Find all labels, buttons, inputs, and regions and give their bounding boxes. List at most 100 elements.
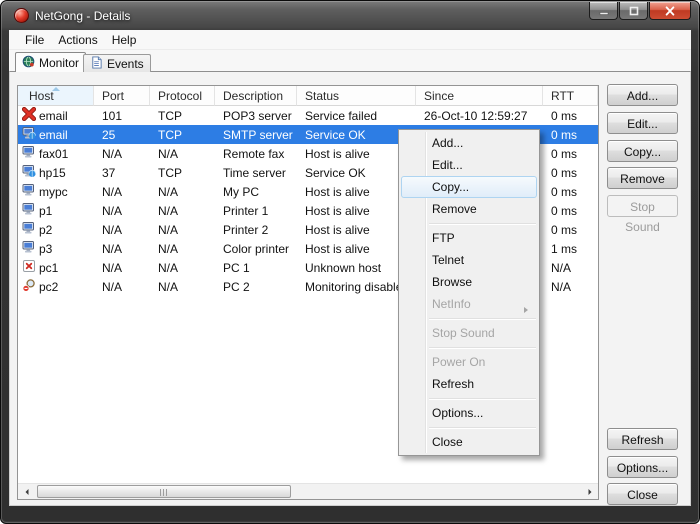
close-button[interactable]: Close [607, 483, 678, 505]
context-menu-item-telnet[interactable]: Telnet [401, 249, 537, 271]
cell-text: email [39, 109, 68, 123]
menu-bar: FileActionsHelp [9, 30, 691, 50]
menu-item-label: NetInfo [432, 297, 471, 311]
cell-text: N/A [158, 280, 178, 294]
copy-button[interactable]: Copy... [607, 140, 678, 162]
cell-rtt: 0 ms [543, 185, 598, 199]
tab-label: Monitor [39, 56, 79, 70]
column-header-status[interactable]: Status [297, 86, 416, 106]
cell-protocol: N/A [150, 147, 215, 161]
scroll-left-arrow[interactable] [18, 484, 35, 500]
cell-protocol: N/A [150, 261, 215, 275]
menu-item-label: Remove [432, 202, 477, 216]
remove-button[interactable]: Remove [607, 167, 678, 189]
host-failed-icon [22, 107, 36, 124]
cell-text: N/A [551, 280, 571, 294]
cell-host: mypc [18, 183, 94, 200]
tab-monitor[interactable]: Monitor [15, 52, 86, 72]
cell-text: TCP [158, 109, 182, 123]
cell-text: N/A [102, 147, 122, 161]
column-header-protocol[interactable]: Protocol [150, 86, 215, 106]
menu-item-label: Power On [432, 355, 485, 369]
cell-host: p3 [18, 240, 94, 257]
context-menu-item-copy[interactable]: Copy... [401, 176, 537, 198]
column-header-port[interactable]: Port [94, 86, 150, 106]
minimize-button[interactable] [589, 2, 618, 20]
cell-text: N/A [102, 261, 122, 275]
context-menu-item-edit[interactable]: Edit... [401, 154, 537, 176]
cell-rtt: 0 ms [543, 128, 598, 142]
cell-port: N/A [94, 280, 150, 294]
tab-label: Events [107, 57, 144, 71]
column-header-host[interactable]: Host [18, 86, 94, 106]
host-computer-icon [22, 240, 36, 257]
context-menu-item-browse[interactable]: Browse [401, 271, 537, 293]
cell-text: Host is alive [305, 242, 370, 256]
cell-host: hp15 [18, 164, 94, 181]
cell-protocol: TCP [150, 109, 215, 123]
cell-port: 101 [94, 109, 150, 123]
scrollbar-thumb[interactable] [37, 485, 291, 498]
netgong-window: NetGong - Details FileActionsHelp Monito… [0, 0, 700, 524]
table-row[interactable]: email 101 TCP POP3 server Service failed 26-O… [18, 106, 598, 125]
menu-actions[interactable]: Actions [51, 31, 104, 49]
menu-item-label: Add... [432, 136, 463, 150]
menu-item-label: Edit... [432, 158, 463, 172]
maximize-button[interactable] [619, 2, 648, 20]
close-button[interactable] [649, 2, 691, 20]
cell-text: Printer 1 [223, 204, 268, 218]
cell-host: pc1 [18, 259, 94, 276]
host-network-icon [22, 126, 36, 143]
menu-separator [429, 347, 536, 348]
add-button[interactable]: Add... [607, 84, 678, 106]
host-computer-icon [22, 202, 36, 219]
cell-host: fax01 [18, 145, 94, 162]
window-title: NetGong - Details [35, 9, 130, 23]
context-menu-item-close[interactable]: Close [401, 431, 537, 453]
cell-description: POP3 server [215, 109, 297, 123]
cell-text: Time server [223, 166, 286, 180]
cell-text: My PC [223, 185, 259, 199]
cell-port: 25 [94, 128, 150, 142]
menu-item-label: Copy... [432, 180, 469, 194]
cell-status: Service failed [297, 109, 416, 123]
context-menu-item-add[interactable]: Add... [401, 132, 537, 154]
context-menu-item-ftp[interactable]: FTP [401, 227, 537, 249]
cell-port: 37 [94, 166, 150, 180]
menu-item-label: Browse [432, 275, 472, 289]
cell-port: N/A [94, 204, 150, 218]
context-menu-item-remove[interactable]: Remove [401, 198, 537, 220]
host-computer-icon [22, 221, 36, 238]
cell-text: 0 ms [551, 128, 577, 142]
refresh-button[interactable]: Refresh [607, 428, 678, 450]
column-header-since[interactable]: Since [416, 86, 543, 106]
cell-protocol: TCP [150, 128, 215, 142]
context-menu-item-refresh[interactable]: Refresh [401, 373, 537, 395]
column-label: Host [29, 89, 54, 103]
menu-file[interactable]: File [18, 31, 51, 49]
cell-host: p1 [18, 202, 94, 219]
column-header-description[interactable]: Description [215, 86, 297, 106]
cell-text: N/A [551, 261, 571, 275]
horizontal-scrollbar[interactable] [18, 483, 598, 499]
globe-icon [22, 55, 35, 71]
cell-text: Color printer [223, 242, 289, 256]
options-button[interactable]: Options... [607, 456, 678, 478]
cell-port: N/A [94, 261, 150, 275]
cell-text: POP3 server [223, 109, 292, 123]
cell-text: N/A [158, 223, 178, 237]
cell-description: Color printer [215, 242, 297, 256]
cell-description: SMTP server [215, 128, 297, 142]
cell-text: 1 ms [551, 242, 577, 256]
tab-events[interactable]: Events [83, 54, 151, 72]
cell-text: 26-Oct-10 12:59:27 [424, 109, 527, 123]
cell-rtt: 0 ms [543, 166, 598, 180]
column-header-rtt[interactable]: RTT [543, 86, 598, 106]
edit-button[interactable]: Edit... [607, 112, 678, 134]
column-label: Port [102, 89, 124, 103]
scroll-right-arrow[interactable] [581, 484, 598, 500]
column-label: RTT [551, 89, 574, 103]
menu-help[interactable]: Help [105, 31, 144, 49]
context-menu-item-options[interactable]: Options... [401, 402, 537, 424]
cell-rtt: 0 ms [543, 204, 598, 218]
